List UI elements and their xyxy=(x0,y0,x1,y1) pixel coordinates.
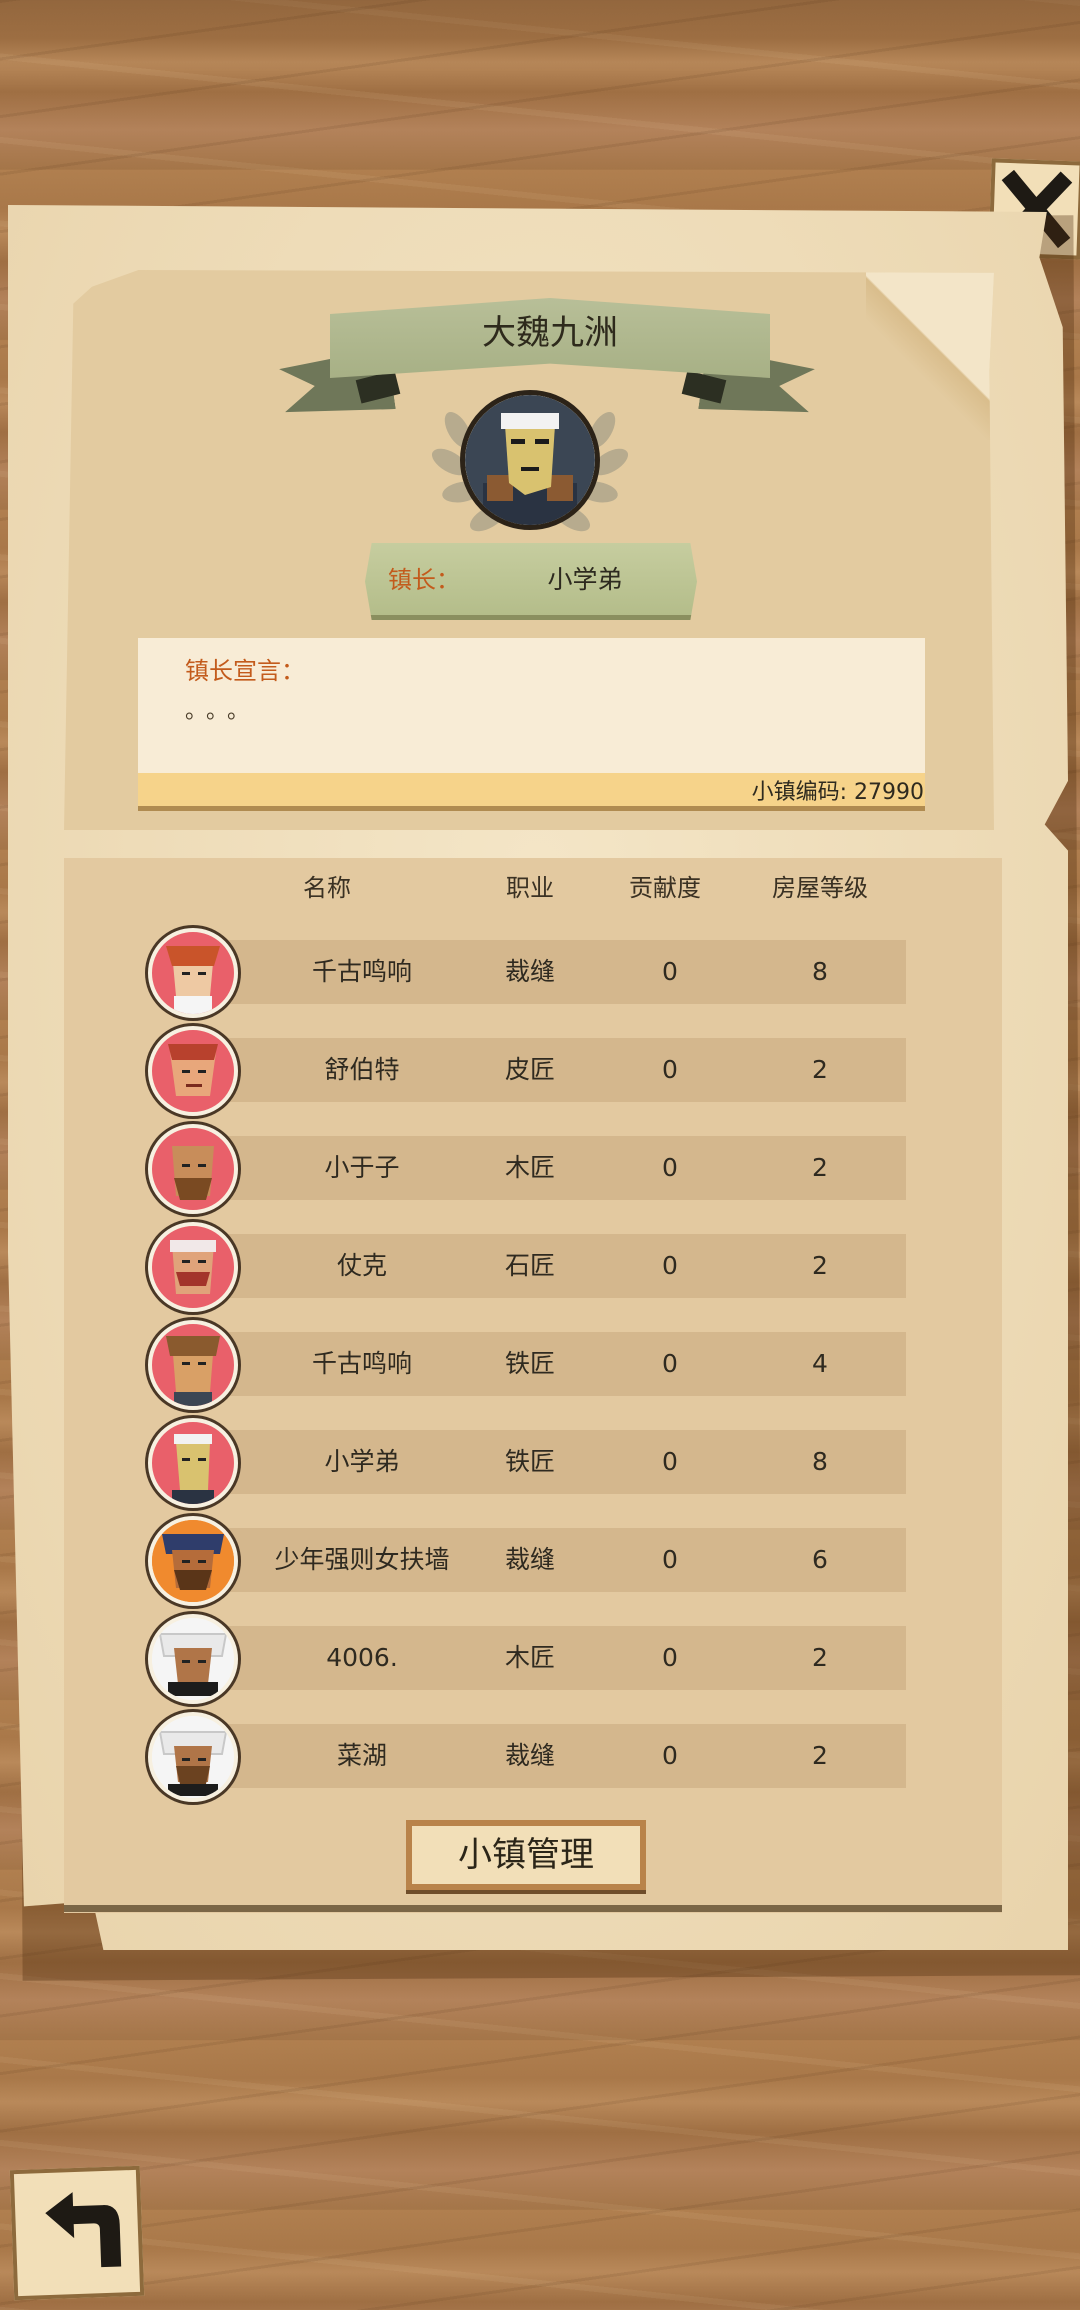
member-job: 裁缝 xyxy=(504,957,555,986)
member-contribution: 0 xyxy=(662,1545,678,1574)
member-name: 菜湖 xyxy=(336,1741,387,1770)
member-contribution: 0 xyxy=(662,1643,678,1672)
member-name: 仗克 xyxy=(336,1251,387,1280)
member-name: 舒伯特 xyxy=(324,1055,400,1084)
back-button[interactable] xyxy=(9,2165,145,2301)
member-name: 千古鸣响 xyxy=(311,1349,412,1378)
header-house-level: 房屋等级 xyxy=(772,874,868,902)
member-avatar[interactable] xyxy=(148,1320,238,1410)
member-job: 铁匠 xyxy=(504,1349,555,1378)
member-house-level: 4 xyxy=(812,1349,828,1378)
member-avatar[interactable] xyxy=(148,1516,238,1606)
member-avatar[interactable] xyxy=(148,1026,238,1116)
member-avatar[interactable] xyxy=(148,928,238,1018)
town-code: 小镇编码: 27990 xyxy=(751,780,924,805)
member-job: 木匠 xyxy=(504,1643,555,1672)
town-manage-button[interactable]: 小镇管理 xyxy=(406,1820,646,1890)
member-name: 小于子 xyxy=(324,1153,400,1182)
member-house-level: 8 xyxy=(812,957,828,986)
member-avatar[interactable] xyxy=(148,1222,238,1312)
header-job: 职业 xyxy=(506,874,554,902)
member-house-level: 2 xyxy=(812,1055,828,1084)
member-contribution: 0 xyxy=(662,957,678,986)
member-contribution: 0 xyxy=(662,1741,678,1770)
member-contribution: 0 xyxy=(662,1349,678,1378)
member-job: 木匠 xyxy=(504,1153,555,1182)
member-name: 少年强则女扶墙 xyxy=(274,1545,450,1574)
member-avatar[interactable] xyxy=(148,1614,238,1704)
member-avatar[interactable] xyxy=(148,1712,238,1802)
mayor-name: 小学弟 xyxy=(547,565,623,594)
background-shade xyxy=(0,0,1080,70)
header-contribution: 贡献度 xyxy=(629,874,701,902)
member-house-level: 2 xyxy=(812,1643,828,1672)
back-arrow-icon xyxy=(45,2192,122,2268)
member-house-level: 2 xyxy=(812,1153,828,1182)
member-contribution: 0 xyxy=(662,1447,678,1476)
member-job: 石匠 xyxy=(504,1251,555,1280)
member-contribution: 0 xyxy=(662,1055,678,1084)
member-job: 铁匠 xyxy=(504,1447,555,1476)
member-job: 裁缝 xyxy=(504,1741,555,1770)
declaration-text: 。。。 xyxy=(185,699,260,724)
declaration-label: 镇长宣言： xyxy=(185,657,305,685)
member-job: 裁缝 xyxy=(504,1545,555,1574)
member-house-level: 2 xyxy=(812,1741,828,1770)
member-contribution: 0 xyxy=(662,1153,678,1182)
member-name: 小学弟 xyxy=(324,1447,400,1476)
mayor-label: 镇长： xyxy=(388,566,460,594)
member-avatar[interactable] xyxy=(148,1124,238,1214)
member-house-level: 8 xyxy=(812,1447,828,1476)
header-name: 名称 xyxy=(303,874,351,902)
member-contribution: 0 xyxy=(662,1251,678,1280)
member-house-level: 6 xyxy=(812,1545,828,1574)
member-job: 皮匠 xyxy=(504,1055,555,1084)
mayor-avatar[interactable] xyxy=(460,390,600,530)
town-name: 大魏九洲 xyxy=(482,313,618,353)
member-avatar[interactable] xyxy=(148,1418,238,1508)
member-house-level: 2 xyxy=(812,1251,828,1280)
member-name: 4006. xyxy=(326,1643,398,1672)
member-name: 千古鸣响 xyxy=(311,957,412,986)
